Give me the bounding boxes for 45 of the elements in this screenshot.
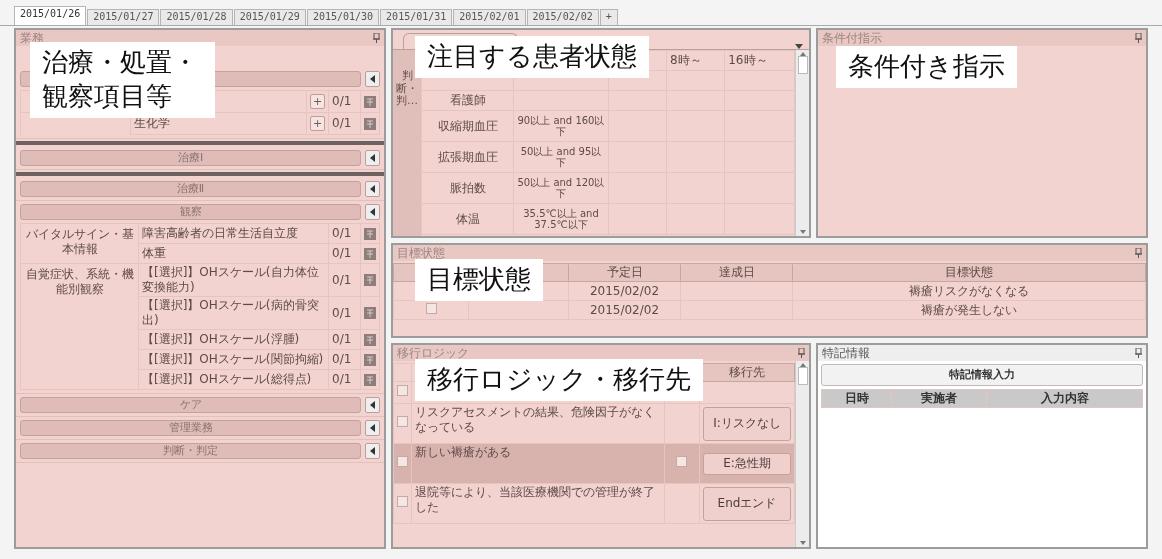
row-label: 脈拍数 (421, 172, 514, 204)
annotation-tooltip: 目標状態 (415, 259, 543, 301)
row-label: 体温 (421, 203, 514, 235)
goal-cell: 褥瘡リスクがなくなる (792, 281, 1146, 301)
date-cell: 2015/02/02 (568, 300, 681, 320)
date-cell: 2015/02/02 (568, 281, 681, 301)
group-label: 自覚症状、系統・機能別観察 (20, 263, 139, 390)
item-count: 0/1 (328, 223, 361, 244)
item-count: 0/1 (328, 329, 361, 350)
row-label: 収縮期血圧 (421, 110, 514, 142)
criteria-text: 35.5℃以上 and 37.5℃以下 (513, 203, 609, 235)
condition-text: 退院等により、当該医療機関での管理が終了した (415, 485, 655, 514)
item-name: 【[選択]】OHスケール(総得点) (138, 369, 329, 390)
item-count: 0/1 (328, 349, 361, 370)
item-count: 0/1 (328, 243, 361, 264)
column-header: 16時～ (724, 50, 795, 71)
group-label: バイタルサイン・基本情報 (20, 223, 139, 264)
criteria-text: 90以上 and 160以下 (513, 110, 609, 142)
item-count: 0/1 (328, 90, 361, 113)
row-label: 看護師 (421, 90, 514, 111)
item-count: 0/1 (328, 369, 361, 390)
item-name: 障害高齢者の日常生活自立度 (138, 223, 329, 244)
annotation-tooltip: 条件付き指示 (836, 46, 1017, 88)
panel-title: 移行ロジック (397, 345, 469, 361)
criteria-text: 50以上 and 95以下 (513, 141, 609, 173)
goal-cell: 褥瘡が発生しない (792, 300, 1146, 320)
item-count: 0/1 (328, 296, 361, 330)
annotation-tooltip: 治療・処置・観察項目等 (30, 42, 216, 118)
item-name: 【[選択]】OHスケール(浮腫) (138, 329, 329, 350)
condition-text: リスクアセスメントの結果、危険因子がなくなっている (415, 405, 655, 434)
item-count: 0/1 (328, 112, 361, 135)
item-count: 0/1 (328, 263, 361, 297)
panel-title: 目標状態 (397, 245, 445, 261)
criteria-text: 50以上 and 120以下 (513, 172, 609, 204)
panel-title: 特記情報 (822, 345, 870, 361)
item-name: 【[選択]】OHスケール(関節拘縮) (138, 349, 329, 370)
item-name: 【[選択]】OHスケール(自力体位変換能力) (138, 263, 329, 297)
item-name: 【[選択]】OHスケール(病的骨突出) (138, 296, 329, 330)
annotation-tooltip: 注目する患者状態 (415, 36, 649, 78)
condition-text: 新しい褥瘡がある (415, 445, 511, 459)
column-header: 8時～ (666, 50, 725, 71)
annotation-tooltip: 移行ロジック・移行先 (415, 359, 703, 401)
item-name: 体重 (138, 243, 329, 264)
panel-title: 条件付指示 (822, 30, 882, 46)
row-label: 拡張期血圧 (421, 141, 514, 173)
